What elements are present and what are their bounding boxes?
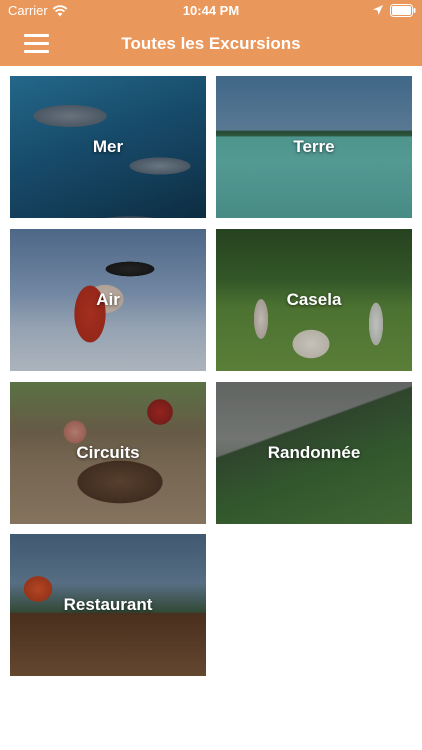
category-tile-restaurant[interactable]: Restaurant <box>10 534 206 676</box>
category-label: Restaurant <box>63 595 153 614</box>
category-tile-air[interactable]: Air <box>10 229 206 371</box>
location-arrow-icon <box>373 5 383 15</box>
category-tile-mer[interactable]: Mer <box>10 76 206 218</box>
category-label: Air <box>96 290 120 309</box>
navigation-bar: Toutes les Excursions <box>0 22 422 66</box>
category-label: Circuits <box>76 443 140 462</box>
category-label: Randonnée <box>267 443 361 462</box>
battery-icon <box>390 4 416 17</box>
category-tile-circuits[interactable]: Circuits <box>10 382 206 524</box>
category-tile-casela[interactable]: Casela <box>216 229 412 371</box>
status-time: 10:44 PM <box>182 3 240 18</box>
status-bar: Carrier 10:44 PM <box>0 0 422 22</box>
page-title: Toutes les Excursions <box>121 34 301 53</box>
category-tile-randonnee[interactable]: Randonnée <box>216 382 412 524</box>
category-label: Terre <box>293 137 335 156</box>
category-tile-terre[interactable]: Terre <box>216 76 412 218</box>
category-label: Mer <box>92 137 124 156</box>
category-label: Casela <box>286 290 342 309</box>
